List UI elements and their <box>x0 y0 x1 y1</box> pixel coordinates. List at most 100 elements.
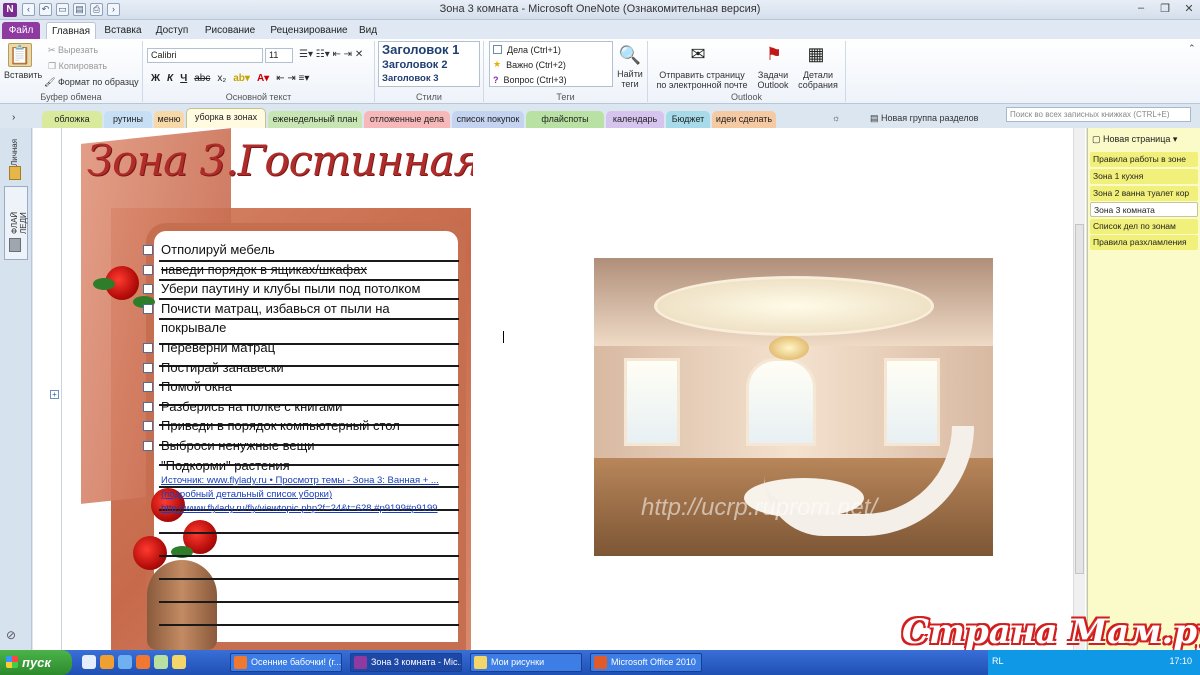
style-heading-2[interactable]: Заголовок 2 <box>379 58 479 72</box>
todo-item-text[interactable]: Переверни матрац <box>161 338 275 358</box>
tab-view[interactable]: Вид <box>356 22 380 39</box>
section-tab[interactable]: Бюджет <box>666 111 710 128</box>
page-item[interactable]: Зона 2 ванна туалет кор <box>1090 186 1198 201</box>
email-page-icon[interactable]: ✉ <box>686 43 710 65</box>
task-firefox[interactable]: Осенние бабочки! (г... <box>230 653 342 672</box>
email-page-button[interactable]: Отправить страницу по электронной почте <box>654 70 750 90</box>
app-icon[interactable] <box>154 655 168 669</box>
tag-important[interactable]: ★ Важно (Ctrl+2) <box>490 57 612 72</box>
subscript-button[interactable]: x₂ <box>217 73 226 84</box>
section-tab[interactable]: отложенные дела <box>364 111 450 128</box>
minimize-icon[interactable]: – <box>1134 2 1148 15</box>
tab-home[interactable]: Главная <box>46 22 96 39</box>
todo-item-text[interactable]: Приведи в порядок компьютерный стол <box>161 416 400 436</box>
checkbox-icon[interactable] <box>143 401 153 412</box>
checkbox-icon[interactable] <box>143 362 153 373</box>
todo-item-text[interactable]: Убери паутину и клубы пыли под потолком <box>161 279 420 299</box>
start-button[interactable]: пуск <box>0 650 72 675</box>
expand-nav-icon[interactable]: › <box>12 112 15 123</box>
todo-item[interactable]: "Подкорми" растения <box>143 456 473 476</box>
meeting-details-button[interactable]: Детали собрания <box>798 70 838 90</box>
todo-item[interactable]: Почисти матрац, избавься от пыли на покр… <box>143 299 473 338</box>
task-office[interactable]: Microsoft Office 2010 <box>590 653 702 672</box>
notebook-flylady[interactable]: ФЛАЙ ЛЕДИ <box>10 190 28 234</box>
expand-icon[interactable]: + <box>50 390 59 399</box>
todo-item[interactable]: Разберись на полке с книгами <box>143 397 473 417</box>
search-input[interactable]: Поиск во всех записных книжках (CTRL+E) <box>1006 107 1191 122</box>
page-item[interactable]: Правила работы в зоне <box>1090 152 1198 167</box>
todo-item-text[interactable]: Разберись на полке с книгами <box>161 397 342 417</box>
section-tab[interactable]: меню <box>154 111 184 128</box>
source-link[interactable]: Источник: www.flylady.ru • Просмотр темы… <box>161 474 461 516</box>
tab-share[interactable]: Доступ <box>150 22 194 39</box>
todo-item-text[interactable]: Постирай занавески <box>161 358 284 378</box>
notebook-flylady-icon[interactable] <box>9 238 21 252</box>
tab-draw[interactable]: Рисование <box>200 22 260 39</box>
format-painter-button[interactable]: 🖌 Формат по образцу <box>44 77 139 88</box>
tab-review[interactable]: Рецензирование <box>265 22 353 39</box>
font-name-select[interactable]: Calibri <box>147 48 263 63</box>
new-section-group-button[interactable]: ▤ Новая группа разделов <box>870 113 978 124</box>
paste-icon[interactable]: 📋 <box>8 43 32 67</box>
checkbox-icon[interactable] <box>143 382 153 393</box>
checkbox-icon[interactable] <box>143 440 153 451</box>
todo-item[interactable]: Выброси ненужные вещи <box>143 436 473 456</box>
checkbox-icon[interactable] <box>143 421 153 432</box>
scrollbar-thumb[interactable] <box>1075 224 1084 574</box>
new-page-button[interactable]: ▢ Новая страница ▾ <box>1092 134 1177 145</box>
todo-item-text[interactable]: "Подкорми" растения <box>161 456 290 476</box>
todo-item[interactable]: Отполируй мебель <box>143 240 473 260</box>
checkbox-icon[interactable] <box>143 284 153 295</box>
firefox-icon[interactable] <box>136 655 150 669</box>
copy-button[interactable]: ❐ Копировать <box>48 61 107 72</box>
font-size-select[interactable]: 11 <box>265 48 293 63</box>
highlight-icon[interactable]: ab▾ <box>233 73 250 84</box>
todo-item-text[interactable]: Почисти матрац, избавься от пыли на покр… <box>161 299 431 338</box>
todo-item-text[interactable]: наведи порядок в ящиках/шкафах <box>161 260 367 280</box>
language-indicator[interactable]: RL <box>992 656 1004 666</box>
todo-item-text[interactable]: Помой окна <box>161 377 232 397</box>
tab-insert[interactable]: Вставка <box>100 22 146 39</box>
section-tab[interactable]: флайспоты <box>526 111 604 128</box>
todo-item[interactable]: Приведи в порядок компьютерный стол <box>143 416 473 436</box>
source-link-text[interactable]: Источник: www.flylady.ru • Просмотр темы… <box>161 475 439 514</box>
section-tab[interactable]: список покупок <box>452 111 524 128</box>
todo-item[interactable]: Помой окна <box>143 377 473 397</box>
maximize-icon[interactable]: ❐ <box>1158 2 1172 15</box>
new-section-icon[interactable]: ☼ <box>832 113 840 123</box>
outlook-tasks-button[interactable]: Задачи Outlook <box>752 70 794 90</box>
todo-item[interactable]: Убери паутину и клубы пыли под потолком <box>143 279 473 299</box>
find-tags-button[interactable]: Найти теги <box>616 69 644 89</box>
italic-button[interactable]: К <box>167 73 173 84</box>
todo-item[interactable]: наведи порядок в ящиках/шкафах <box>143 260 473 280</box>
folder-icon[interactable] <box>172 655 186 669</box>
clock[interactable]: 17:10 <box>1169 656 1192 666</box>
indent-icon[interactable]: ⇤ ⇥ ≡▾ <box>276 73 309 84</box>
page-scrollbar[interactable] <box>1073 128 1085 650</box>
checkbox-icon[interactable] <box>143 264 153 275</box>
collapse-ribbon-icon[interactable]: ⌃ <box>1188 43 1196 54</box>
section-tab[interactable]: уборка в зонах <box>186 108 266 128</box>
todo-item[interactable]: Постирай занавески <box>143 358 473 378</box>
ie-icon[interactable] <box>118 655 132 669</box>
checkbox-icon[interactable] <box>143 245 153 255</box>
outlook-tasks-icon[interactable]: ⚑ <box>762 43 786 65</box>
task-pictures[interactable]: Мои рисунки <box>470 653 582 672</box>
section-tab[interactable]: календарь <box>606 111 664 128</box>
page-item[interactable]: Зона 1 кухня <box>1090 169 1198 184</box>
checkbox-icon[interactable] <box>143 303 153 314</box>
tag-todo[interactable]: Дела (Ctrl+1) <box>490 42 612 57</box>
meeting-details-icon[interactable]: ▦ <box>804 43 828 65</box>
section-tab[interactable]: рутины <box>104 111 152 128</box>
section-tab[interactable]: еженедельный план <box>268 111 362 128</box>
close-icon[interactable]: ✕ <box>1182 2 1196 15</box>
bold-button[interactable]: Ж <box>151 73 160 84</box>
unfiled-notes-icon[interactable]: ⊘ <box>6 628 16 642</box>
page-item-active[interactable]: Зона 3 комната <box>1090 202 1198 217</box>
underline-button[interactable]: Ч <box>180 73 187 84</box>
section-tab[interactable]: обложка <box>42 111 102 128</box>
page-item[interactable]: Правила разхламления <box>1090 235 1198 250</box>
todo-item-text[interactable]: Выброси ненужные вещи <box>161 436 315 456</box>
task-onenote[interactable]: Зона 3 комната - Mic... <box>350 653 462 672</box>
todo-item[interactable]: Переверни матрац <box>143 338 473 358</box>
